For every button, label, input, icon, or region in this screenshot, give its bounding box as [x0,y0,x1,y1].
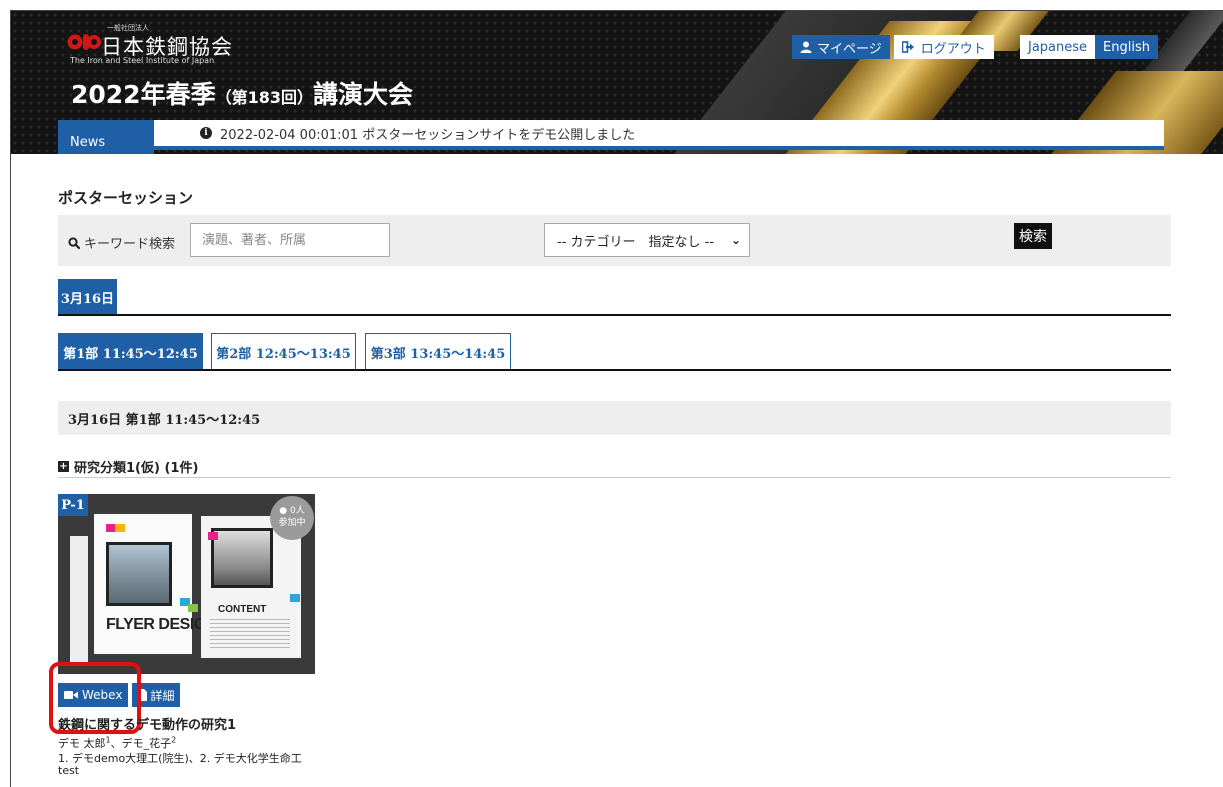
author-1: デモ 太郎 [58,737,106,750]
flyer-side-panel [70,536,88,664]
info-icon: i [200,127,212,139]
news-message-box[interactable]: i 2022-02-04 00:01:01 ポスターセッションサイトをデモ公開し… [154,120,1164,150]
date-tab-divider [58,314,1171,316]
author-2-affil-mark: 2 [171,735,177,745]
flyer-photo [106,542,172,606]
participants-icon: ● [279,506,288,516]
flyer-quote-mark [115,524,125,532]
tab-part-3[interactable]: 第3部 13:45〜14:45 [365,333,511,371]
part-tab-divider [58,369,1171,371]
logo-mark-icon [67,34,101,50]
event-title: 2022年春季（第183回）講演大会 [71,75,413,111]
mypage-button[interactable]: マイページ [792,35,890,59]
flyer-quote-mark [208,532,218,540]
tab-part-1[interactable]: 第1部 11:45〜12:45 [58,333,203,371]
keyword-search-input[interactable] [190,223,390,257]
tab-part-2[interactable]: 第2部 12:45〜13:45 [211,333,356,371]
event-title-number: （第183回） [215,88,313,107]
category-select[interactable]: -- カテゴリー 指定なし -- ⌄ [544,223,750,257]
flyer-city-photo [211,528,273,588]
user-icon [800,41,812,53]
user-menu: マイページ ログアウト [792,35,994,59]
poster-affiliations: 1. デモdemo大理工(院生)、2. デモ大化学生命工 [58,752,302,765]
detail-label: 詳細 [150,688,175,703]
poster-authors: デモ 太郎1、デモ_花子2 [58,735,176,751]
logout-icon [901,41,914,53]
category-selected-value: -- カテゴリー 指定なし -- [557,234,715,250]
search-bar: キーワード検索 -- カテゴリー 指定なし -- ⌄ 検索 [58,215,1171,266]
news-message: 2022-02-04 00:01:01 ポスターセッションサイトをデモ公開しまし… [220,127,636,143]
poster-thumbnail[interactable]: P-1 ● 0人 参加中 FLYER DESIGN CONTENT [58,494,315,674]
schedule-heading: 3月16日 第1部 11:45〜12:45 [58,401,1171,435]
poster-note: test [58,764,80,777]
event-title-name: 講演大会 [313,80,414,109]
news-tab: News [58,120,154,154]
poster-id-badge: P-1 [58,494,88,516]
keyword-search-label: キーワード検索 [68,233,175,252]
logout-label: ログアウト [920,41,986,57]
participants-count: 0人 [290,506,305,516]
logout-button[interactable]: ログアウト [893,35,994,59]
expand-plus-icon[interactable]: + [58,461,69,472]
search-button[interactable]: 検索 [1014,223,1052,249]
page-frame: 一般社団法人 日本鉄鋼協会 The Iron and Steel Institu… [10,10,1223,787]
flyer-quote-mark [290,594,300,602]
section-title: ポスターセッション [58,189,194,207]
flyer-content-text: CONTENT [218,604,267,615]
author-2: 、デモ_花子 [110,737,172,750]
group-heading[interactable]: + 研究分類1(仮) (1件) [58,457,198,476]
lang-english-button[interactable]: English [1095,35,1158,59]
language-switcher: Japanese English [1020,35,1158,59]
chevron-down-icon: ⌄ [730,233,741,247]
news-bar: News i 2022-02-04 00:01:01 ポスターセッションサイトを… [58,120,1164,154]
participants-badge: ● 0人 参加中 [270,496,314,540]
participants-label: 参加中 [278,518,306,528]
search-icon [68,237,81,250]
poster-title[interactable]: 鉄鋼に関するデモ動作の研究1 [58,714,236,733]
lang-japanese-button[interactable]: Japanese [1020,35,1096,59]
group-divider [58,477,1171,478]
flyer-body-lines [210,619,290,649]
flyer-quote-mark [188,604,198,612]
site-header: 一般社団法人 日本鉄鋼協会 The Iron and Steel Institu… [11,11,1223,154]
keyword-search-text: キーワード検索 [84,237,176,252]
event-title-year: 2022年春季 [71,80,216,109]
mypage-label: マイページ [817,41,882,57]
logo-english: The Iron and Steel Institute of Japan [70,56,215,65]
group-heading-text: 研究分類1(仮) (1件) [74,461,199,476]
tab-date-0316[interactable]: 3月16日 [58,279,117,316]
